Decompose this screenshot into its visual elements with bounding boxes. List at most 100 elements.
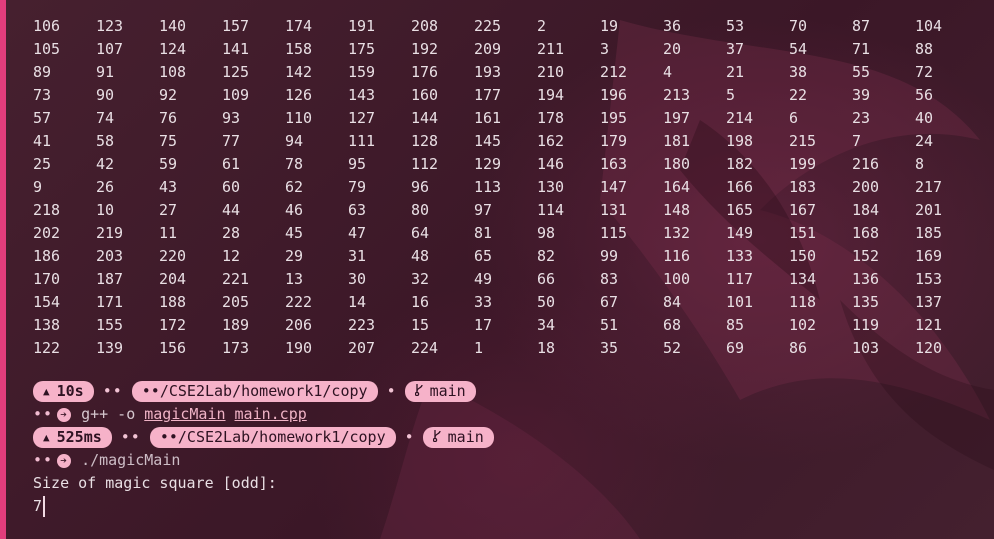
grid-cell: 45 xyxy=(285,224,304,242)
grid-cell: 168 xyxy=(852,224,880,242)
grid-cell: 36 xyxy=(663,17,682,35)
grid-cell: 175 xyxy=(348,40,376,58)
terminal-content[interactable]: 106 123 140 157 174 191 208 225 2 19 36 53 70 87 104 10… xyxy=(33,15,994,518)
git-branch-icon xyxy=(414,380,424,403)
grid-cell: 53 xyxy=(726,17,745,35)
grid-cell: 225 xyxy=(474,17,502,35)
grid-cell: 87 xyxy=(852,17,871,35)
grid-cell: 130 xyxy=(537,178,565,196)
grid-cell: 145 xyxy=(474,132,502,150)
grid-cell: 82 xyxy=(537,247,556,265)
grid-cell: 77 xyxy=(222,132,241,150)
grid-cell: 143 xyxy=(348,86,376,104)
grid-cell: 128 xyxy=(411,132,439,150)
git-branch-icon xyxy=(432,426,442,449)
grid-cell: 3 xyxy=(600,40,610,58)
grid-cell: 90 xyxy=(96,86,115,104)
grid-cell: 13 xyxy=(285,270,304,288)
grid-cell: 15 xyxy=(411,316,430,334)
path-badge: ••/CSE2Lab/homework1/copy xyxy=(149,427,396,448)
grid-cell: 197 xyxy=(663,109,691,127)
grid-cell: 198 xyxy=(726,132,754,150)
grid-cell: 213 xyxy=(663,86,691,104)
grid-cell: 132 xyxy=(663,224,691,242)
grid-cell: 208 xyxy=(411,17,439,35)
grid-cell: 216 xyxy=(852,155,880,173)
grid-cell: 166 xyxy=(726,178,754,196)
grid-cell: 81 xyxy=(474,224,493,242)
grid-row: 122 139 156 173 190 207 224 1 18 35 52 69 86 103 120 xyxy=(33,337,994,360)
grid-cell: 49 xyxy=(474,270,493,288)
grid-cell: 223 xyxy=(348,316,376,334)
grid-cell: 47 xyxy=(348,224,367,242)
grid-cell: 60 xyxy=(222,178,241,196)
grid-cell: 155 xyxy=(96,316,124,334)
grid-cell: 92 xyxy=(159,86,178,104)
grid-cell: 221 xyxy=(222,270,250,288)
grid-cell: 164 xyxy=(663,178,691,196)
grid-cell: 61 xyxy=(222,155,241,173)
grid-cell: 96 xyxy=(411,178,430,196)
grid-cell: 73 xyxy=(33,86,52,104)
grid-cell: 65 xyxy=(474,247,493,265)
grid-cell: 220 xyxy=(159,247,187,265)
grid-cell: 23 xyxy=(852,109,871,127)
grid-row: 41 58 75 77 94 111 128 145 162 179 181 198 215 7 24 xyxy=(33,130,994,153)
grid-cell: 94 xyxy=(285,132,304,150)
grid-cell: 210 xyxy=(537,63,565,81)
grid-cell: 125 xyxy=(222,63,250,81)
grid-cell: 205 xyxy=(222,293,250,311)
grid-cell: 165 xyxy=(726,201,754,219)
grid-cell: 126 xyxy=(285,86,313,104)
grid-cell: 20 xyxy=(663,40,682,58)
grid-cell: 162 xyxy=(537,132,565,150)
grid-cell: 107 xyxy=(96,40,124,58)
grid-cell: 109 xyxy=(222,86,250,104)
grid-cell: 62 xyxy=(285,178,304,196)
duration-badge: ▲ 525ms xyxy=(33,427,112,448)
arrow-right-circle-icon: ➔ xyxy=(57,453,72,468)
grid-row: 89 91 108 125 142 159 176 193 210 212 4 21 38 55 72 xyxy=(33,61,994,84)
grid-cell: 186 xyxy=(33,247,61,265)
grid-cell: 131 xyxy=(600,201,628,219)
program-input-line[interactable]: 7 xyxy=(33,495,994,518)
grid-cell: 110 xyxy=(285,109,313,127)
grid-cell: 42 xyxy=(96,155,115,173)
grid-cell: 37 xyxy=(726,40,745,58)
grid-cell: 160 xyxy=(411,86,439,104)
grid-cell: 4 xyxy=(663,63,673,81)
grid-cell: 76 xyxy=(159,109,178,127)
grid-cell: 113 xyxy=(474,178,502,196)
grid-cell: 72 xyxy=(915,63,934,81)
grid-cell: 136 xyxy=(852,270,880,288)
grid-cell: 14 xyxy=(348,293,367,311)
grid-cell: 193 xyxy=(474,63,502,81)
grid-cell: 122 xyxy=(33,339,61,357)
grid-cell: 161 xyxy=(474,109,502,127)
command-text: ./magicMain xyxy=(81,451,181,469)
grid-cell: 183 xyxy=(789,178,817,196)
grid-cell: 201 xyxy=(915,201,943,219)
grid-cell: 174 xyxy=(285,17,313,35)
triangle-up-icon: ▲ xyxy=(43,385,50,398)
separator-dots: •• xyxy=(102,382,123,400)
grid-cell: 67 xyxy=(600,293,619,311)
grid-cell: 196 xyxy=(600,86,628,104)
grid-cell: 134 xyxy=(789,270,817,288)
grid-cell: 88 xyxy=(915,40,934,58)
grid-cell: 93 xyxy=(222,109,241,127)
grid-cell: 102 xyxy=(789,316,817,334)
grid-cell: 56 xyxy=(915,86,934,104)
grid-cell: 180 xyxy=(663,155,691,173)
grid-cell: 66 xyxy=(537,270,556,288)
grid-cell: 7 xyxy=(852,132,862,150)
grid-cell: 172 xyxy=(159,316,187,334)
grid-cell: 33 xyxy=(474,293,493,311)
grid-cell: 32 xyxy=(411,270,430,288)
grid-cell: 103 xyxy=(852,339,880,357)
grid-cell: 170 xyxy=(33,270,61,288)
grid-cell: 63 xyxy=(348,201,367,219)
grid-cell: 50 xyxy=(537,293,556,311)
grid-cell: 25 xyxy=(33,155,52,173)
grid-cell: 112 xyxy=(411,155,439,173)
